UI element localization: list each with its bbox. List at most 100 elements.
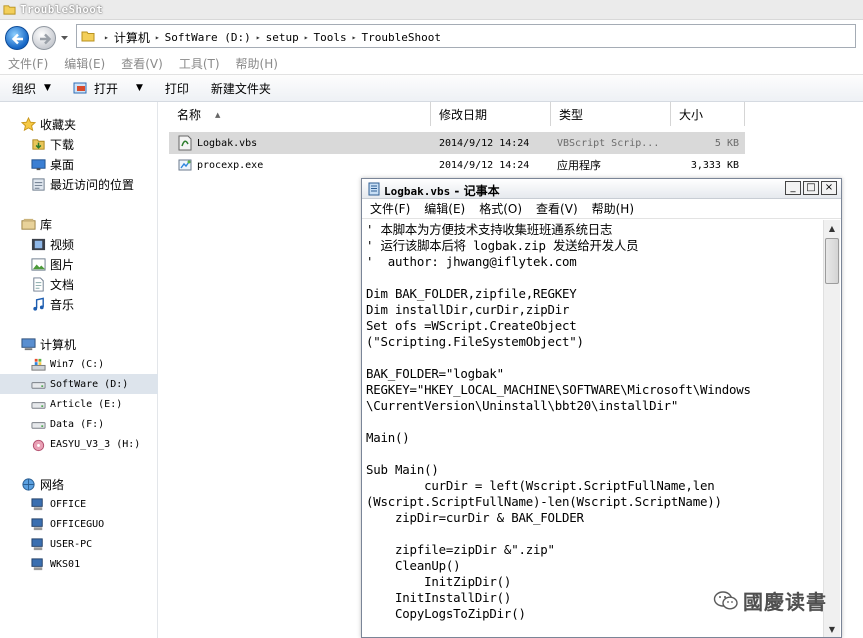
code-line: \CurrentVersion\Uninstall\bbt20\installD… [366, 398, 679, 413]
network-icon [20, 476, 36, 492]
file-name-cell: Logbak.vbs [169, 135, 431, 151]
notepad-menu-view[interactable]: 查看(V) [536, 200, 578, 217]
column-header-name[interactable]: 名称 ▲ [169, 102, 431, 126]
picture-icon [30, 256, 46, 272]
tree-item-documents[interactable]: 文档 [0, 274, 158, 294]
file-row[interactable]: procexp.exe 2014/9/12 14:24 应用程序 3,333 K… [169, 154, 745, 176]
notepad-menu-file[interactable]: 文件(F) [370, 200, 410, 217]
address-bar[interactable]: ▸ 计算机 ▸ SoftWare (D:) ▸ setup ▸ Tools ▸ … [76, 24, 856, 48]
tree-item-host[interactable]: WKS01 [0, 554, 158, 574]
code-line: zipfile=zipDir &".zip" [366, 542, 555, 557]
maximize-button[interactable]: □ [803, 181, 819, 195]
window-controls: _ □ × [783, 181, 837, 195]
code-line: ' 运行该脚本后将 logbak.zip 发送给开发人员 [366, 238, 639, 253]
breadcrumb-item[interactable]: TroubleShoot [362, 31, 441, 44]
tree-label: OFFICE [50, 498, 87, 510]
vertical-scrollbar[interactable]: ▲ ▼ [823, 220, 840, 637]
menu-edit[interactable]: 编辑(E) [64, 55, 105, 72]
open-button[interactable]: 打开 ▼ [73, 80, 143, 97]
tree-label: 网络 [40, 477, 65, 492]
chevron-right-icon[interactable]: ▸ [155, 33, 160, 42]
tree-label: 视频 [50, 237, 75, 252]
menu-view[interactable]: 查看(V) [121, 55, 163, 72]
tree-item-host[interactable]: OFFICE [0, 494, 158, 514]
menu-tools[interactable]: 工具(T) [179, 55, 220, 72]
tree-libraries[interactable]: 库 [0, 214, 158, 234]
minimize-button[interactable]: _ [785, 181, 801, 195]
tree-label: EASYU_V3_3 (H:) [50, 438, 141, 450]
notepad-menu-format[interactable]: 格式(O) [479, 200, 522, 217]
chevron-right-icon: ▸ [104, 33, 109, 42]
tree-item-drive[interactable]: EASYU_V3_3 (H:) [0, 434, 158, 454]
scroll-down-icon[interactable]: ▼ [824, 621, 840, 637]
menu-file[interactable]: 文件(F) [8, 55, 48, 72]
new-folder-button[interactable]: 新建文件夹 [211, 80, 271, 97]
window-titlebar[interactable]: TroubleShoot [0, 0, 863, 20]
tree-network[interactable]: 网络 [0, 474, 158, 494]
tree-computer[interactable]: 计算机 [0, 334, 158, 354]
hard-drive-icon [30, 396, 46, 412]
print-button[interactable]: 打印 [165, 80, 189, 97]
hard-drive-icon [30, 416, 46, 432]
tree-item-recent-places[interactable]: 最近访问的位置 [0, 174, 158, 194]
column-header-size[interactable]: 大小 [671, 102, 745, 126]
scroll-up-icon[interactable]: ▲ [824, 220, 840, 236]
tree-label: Win7 (C:) [50, 358, 105, 370]
recent-pages-dropdown-icon[interactable] [60, 34, 69, 42]
organize-button[interactable]: 组织 ▼ [12, 80, 51, 97]
notepad-window[interactable]: Logbak.vbs - 记事本 _ □ × 文件(F) 编辑(E) 格式(O)… [361, 178, 842, 638]
tree-favorites[interactable]: 收藏夹 [0, 114, 158, 134]
breadcrumb-item[interactable]: SoftWare (D:) [165, 31, 251, 44]
column-header-modified[interactable]: 修改日期 [431, 102, 551, 126]
chevron-down-icon: ▼ [44, 83, 51, 93]
windows-drive-icon [30, 356, 46, 372]
chevron-right-icon[interactable]: ▸ [256, 33, 261, 42]
chevron-right-icon[interactable]: ▸ [304, 33, 309, 42]
file-size: 5 KB [714, 137, 739, 149]
star-icon [20, 116, 36, 132]
scroll-thumb[interactable] [825, 238, 839, 284]
notepad-titlebar[interactable]: Logbak.vbs - 记事本 _ □ × [362, 179, 841, 199]
tree-label: SoftWare (D:) [50, 378, 129, 390]
tree-item-downloads[interactable]: 下载 [0, 134, 158, 154]
notepad-title-app: 记事本 [463, 184, 500, 198]
breadcrumb-item[interactable]: setup [266, 31, 299, 44]
file-modified: 2014/9/12 14:24 [439, 159, 530, 171]
tree-item-drive[interactable]: Article (E:) [0, 394, 158, 414]
tree-item-host[interactable]: OFFICEGUO [0, 514, 158, 534]
notepad-menu-edit[interactable]: 编辑(E) [424, 200, 465, 217]
close-button[interactable]: × [821, 181, 837, 195]
file-name: Logbak.vbs [197, 137, 258, 149]
forward-button[interactable] [32, 26, 56, 50]
tree-item-drive[interactable]: Data (F:) [0, 414, 158, 434]
file-size: 3,333 KB [690, 159, 739, 171]
back-button[interactable] [5, 26, 29, 50]
tree-label: USER-PC [50, 538, 93, 550]
chevron-down-icon: ▼ [135, 83, 143, 93]
notepad-menu-help[interactable]: 帮助(H) [592, 200, 634, 217]
breadcrumb-item[interactable]: 计算机 [114, 29, 150, 46]
tree-item-videos[interactable]: 视频 [0, 234, 158, 254]
tree-label: 最近访问的位置 [50, 177, 135, 192]
tree-item-drive[interactable]: Win7 (C:) [0, 354, 158, 374]
navigation-row: ▸ 计算机 ▸ SoftWare (D:) ▸ setup ▸ Tools ▸ … [0, 20, 863, 52]
notepad-title-separator: - [450, 184, 464, 198]
tree-item-desktop[interactable]: 桌面 [0, 154, 158, 174]
file-row[interactable]: Logbak.vbs 2014/9/12 14:24 VBScript Scri… [169, 132, 745, 154]
tree-item-host[interactable]: USER-PC [0, 534, 158, 554]
tree-label: 计算机 [40, 337, 77, 352]
tree-label: 收藏夹 [40, 117, 77, 132]
menu-help[interactable]: 帮助(H) [236, 55, 278, 72]
code-line: (Wscript.ScriptFullName)-len(Wscript.Scr… [366, 494, 722, 509]
column-header-type[interactable]: 类型 [551, 102, 671, 126]
notepad-text-area[interactable]: ' 本脚本为方便技术支持收集班班通系统日志 ' 运行该脚本后将 logbak.z… [362, 220, 823, 637]
breadcrumb-item[interactable]: Tools [314, 31, 347, 44]
tree-item-drive[interactable]: SoftWare (D:) [0, 374, 158, 394]
print-label: 打印 [164, 81, 189, 96]
chevron-right-icon[interactable]: ▸ [352, 33, 357, 42]
open-label: 打开 [93, 81, 118, 96]
tree-item-music[interactable]: 音乐 [0, 294, 158, 314]
tree-item-pictures[interactable]: 图片 [0, 254, 158, 274]
hard-drive-icon [30, 376, 46, 392]
